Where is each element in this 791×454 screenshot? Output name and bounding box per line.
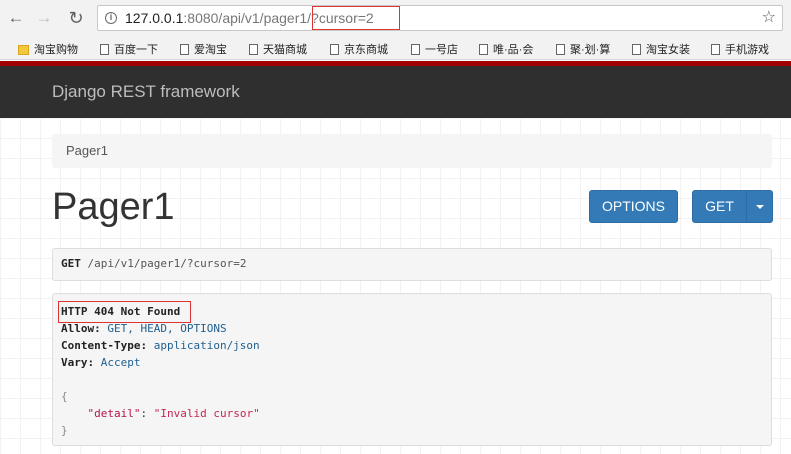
json-key: "detail" — [87, 407, 141, 420]
url-query-highlight — [312, 6, 400, 30]
status-highlight — [58, 301, 191, 323]
bookmark-label: 京东商城 — [344, 44, 388, 56]
bookmark-label: 百度一下 — [114, 44, 158, 56]
back-button[interactable]: ← — [6, 8, 26, 28]
page-icon — [100, 44, 109, 55]
page-icon — [330, 44, 339, 55]
request-info: GET /api/v1/pager1/?cursor=2 — [52, 248, 772, 281]
page-icon — [711, 44, 720, 55]
bookmark-label: 唯·品·会 — [493, 44, 534, 56]
response-info: HTTP 404 Not Found Allow: GET, HEAD, OPT… — [52, 293, 772, 446]
bookmark-label: 手机游戏 — [725, 44, 769, 56]
bookmark-item[interactable]: 京东商城 — [330, 41, 388, 57]
bookmark-label: 聚·划·算 — [570, 44, 611, 56]
folder-icon — [18, 45, 29, 55]
get-format-dropdown[interactable] — [746, 190, 773, 223]
arrow-left-icon: ← — [7, 8, 25, 27]
url-path: :8080/api/v1/pager1/ — [183, 10, 312, 26]
breadcrumb: Pager1 — [52, 134, 772, 168]
address-bar[interactable]: i 127.0.0.1:8080/api/v1/pager1/?cursor=2… — [97, 5, 783, 31]
header-value: application/json — [147, 339, 260, 352]
bookmark-label: 淘宝女装 — [646, 44, 690, 56]
breadcrumb-item[interactable]: Pager1 — [66, 143, 108, 158]
header-name: Allow: — [61, 322, 101, 335]
info-icon[interactable]: i — [105, 12, 117, 24]
json-value: "Invalid cursor" — [153, 407, 260, 420]
header-name: Vary: — [61, 356, 95, 369]
forward-button[interactable]: → — [34, 8, 54, 28]
bookmark-item[interactable]: 聚·划·算 — [556, 41, 610, 57]
main-content: Pager1 Pager1 OPTIONS GET GET /api/v1/pa… — [0, 118, 791, 454]
json-open-brace: { — [61, 390, 68, 403]
bookmark-label: 天猫商城 — [263, 44, 307, 56]
bookmark-label: 爱淘宝 — [194, 44, 227, 56]
bookmark-label: 一号店 — [425, 44, 458, 56]
page-icon — [556, 44, 565, 55]
bookmark-item[interactable]: 百度一下 — [100, 41, 158, 57]
bookmark-item[interactable]: 一号店 — [411, 41, 458, 57]
arrow-right-icon: → — [35, 8, 53, 27]
reload-button[interactable]: ↻ — [66, 8, 86, 28]
bookmark-item[interactable]: 手机游戏 — [711, 41, 769, 57]
bookmark-label: 淘宝购物 — [34, 44, 78, 56]
page-icon — [411, 44, 420, 55]
request-method: GET — [61, 257, 81, 270]
top-navbar: Django REST framework — [0, 66, 791, 118]
options-button[interactable]: OPTIONS — [589, 190, 678, 223]
bookmark-item[interactable]: 天猫商城 — [249, 41, 307, 57]
bookmarks-bar: 淘宝购物 百度一下 爱淘宝 天猫商城 京东商城 一号店 唯·品·会 聚·划·算 … — [0, 36, 791, 60]
page-icon — [479, 44, 488, 55]
header-name: Content-Type: — [61, 339, 148, 352]
brand-link[interactable]: Django REST framework — [52, 82, 240, 102]
page-icon — [180, 44, 189, 55]
url-host: 127.0.0.1 — [125, 10, 184, 26]
header-value: Accept — [94, 356, 141, 369]
json-separator: : — [140, 407, 154, 420]
bookmark-item[interactable]: 淘宝女装 — [632, 41, 690, 57]
request-path: /api/v1/pager1/ — [80, 257, 187, 270]
get-button[interactable]: GET — [692, 190, 747, 223]
page-title: Pager1 — [52, 186, 175, 228]
caret-down-icon — [755, 205, 764, 210]
bookmark-item[interactable]: 唯·品·会 — [479, 41, 533, 57]
reload-icon: ↻ — [68, 8, 84, 28]
browser-toolbar: ← → ↻ i 127.0.0.1:8080/api/v1/pager1/?cu… — [0, 0, 791, 36]
bookmark-item[interactable]: 淘宝购物 — [18, 41, 78, 57]
header-value: GET, HEAD, OPTIONS — [100, 322, 227, 335]
page-icon — [632, 44, 641, 55]
json-close-brace: } — [61, 424, 68, 437]
bookmark-item[interactable]: 爱淘宝 — [180, 41, 227, 57]
bookmark-star-icon[interactable]: ☆ — [762, 6, 776, 30]
request-query: ?cursor=2 — [186, 257, 247, 270]
page-icon — [249, 44, 258, 55]
